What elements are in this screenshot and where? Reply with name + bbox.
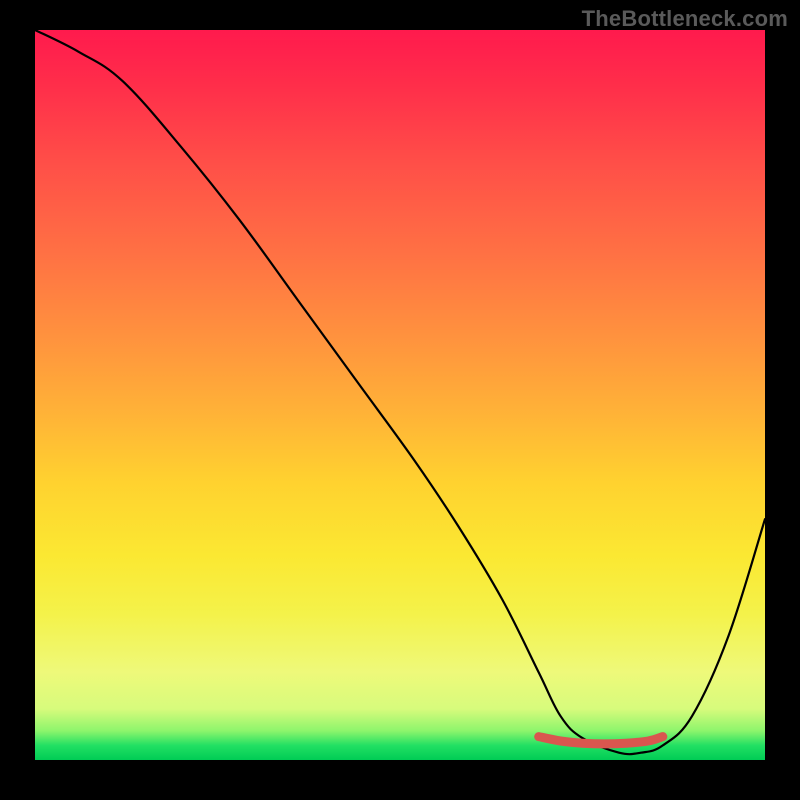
optimal-band-marker bbox=[539, 737, 663, 744]
chart-container: TheBottleneck.com bbox=[0, 0, 800, 800]
chart-svg bbox=[35, 30, 765, 760]
watermark-text: TheBottleneck.com bbox=[582, 6, 788, 32]
plot-area bbox=[35, 30, 765, 760]
bottleneck-curve bbox=[35, 30, 765, 754]
